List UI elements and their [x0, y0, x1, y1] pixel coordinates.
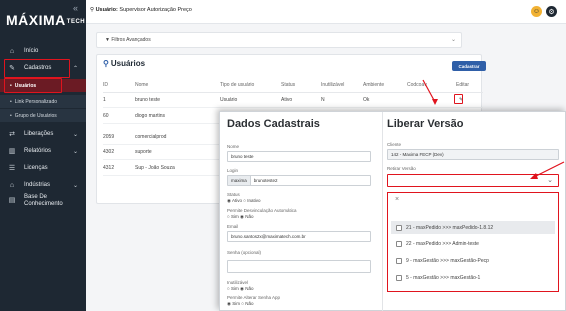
retirar-versao-label: Retirar Versão [387, 166, 416, 171]
sidebar-subitem-link-personalizado[interactable]: • Link Personalizado [0, 95, 86, 108]
permite-desvinculacao-label: Permite Desvinculação Automática [227, 208, 297, 213]
liberations-icon: ⇄ [9, 131, 15, 138]
cadastrar-button[interactable]: Cadastrar [452, 61, 486, 71]
annotation-arrow-select [530, 161, 565, 179]
inutilizavel-radio-group[interactable]: ○ Sim ◉ Não [227, 286, 253, 292]
sidebar-item-licencas[interactable]: ☰ Licenças [0, 161, 86, 175]
bullet-icon: • [10, 112, 12, 119]
logo: MÁXIMATECH [6, 12, 86, 28]
login-label: Login [227, 168, 239, 173]
edit-user-overlay: Dados Cadastrais Nome bruno teste Login … [219, 111, 566, 311]
sidebar-subitem-grupo-usuarios[interactable]: • Grupo de Usuários [0, 109, 86, 122]
home-icon: ⌂ [9, 47, 15, 55]
dados-title: Dados Cadastrais [227, 118, 320, 130]
cliente-label: Cliente [387, 142, 402, 147]
sidebar-item-inicio[interactable]: ⌂ Início [0, 44, 86, 58]
cliente-field[interactable]: 142 - Maxima FECP (Dev) [387, 149, 559, 160]
col-ambiente: Ambiente [363, 82, 385, 88]
status-radio-group[interactable]: ◉ Ativo ○ Inativo [227, 198, 260, 204]
close-icon[interactable]: × [395, 196, 399, 203]
radio-unchecked-icon[interactable]: ○ [243, 198, 246, 203]
checkbox-icon[interactable] [396, 274, 402, 281]
sidebar-item-base-conhecimento[interactable]: ▤ Base De Conhecimento [0, 194, 86, 216]
chevron-down-icon: ⌄ [72, 148, 78, 155]
desvinculacao-radio-group[interactable]: ○ Sim ◉ Não [227, 214, 253, 220]
radio-unchecked-icon[interactable]: ○ [227, 286, 230, 291]
sidebar-item-industrias[interactable]: ⌂ Indústrias ⌄ [0, 178, 86, 192]
advanced-filters[interactable]: ▼ Filtros Avançados ⌄ [96, 32, 462, 48]
bullet-icon: • [10, 98, 12, 105]
col-tipo: Tipo de usuário [220, 82, 255, 88]
top-bar: ⚲ Usuário: Supervisor Autorização Preço … [86, 0, 566, 24]
radio-checked-icon[interactable]: ◉ [227, 301, 231, 306]
email-label: Email [227, 224, 239, 229]
radio-checked-icon[interactable]: ◉ [240, 286, 244, 291]
filter-icon: ▼ [105, 37, 110, 43]
chevron-down-icon: ⌄ [72, 131, 78, 138]
dropdown-option[interactable]: 21 - maxPedido >>> maxPedido-1.8.12 [391, 221, 555, 234]
dropdown-option[interactable]: 9 - maxGestão >>> maxGestão-Pecp [391, 254, 555, 267]
annotation-arrow-edit [422, 79, 438, 105]
sidebar: MÁXIMATECH « ⌂ Início ✎ Cadastros ⌃ • Usu… [0, 0, 86, 311]
login-value: brunoteste2 [253, 178, 278, 183]
checkbox-icon[interactable] [396, 240, 402, 247]
chart-icon: ▥ [8, 148, 16, 155]
support-icon[interactable]: ☺ [531, 6, 542, 17]
sidebar-item-liberacoes[interactable]: ⇄ Liberações ⌄ [0, 127, 86, 141]
senha-field[interactable] [227, 260, 371, 273]
alterar-senha-radio-group[interactable]: ◉ Sim ○ Não [227, 301, 253, 307]
radio-checked-icon[interactable]: ◉ [227, 198, 231, 203]
sidebar-item-relatorios[interactable]: ▥ Relatórios ⌄ [0, 144, 86, 158]
user-icon: ⚲ [103, 59, 109, 68]
sidebar-item-label: Relatórios [24, 148, 52, 154]
chevron-down-icon: ⌄ [72, 182, 78, 189]
dropdown-option[interactable]: 5 - maxGestão >>> maxGestão-1 [391, 271, 555, 284]
inutilizavel-label: Inutilizável [227, 280, 249, 285]
app-root: MÁXIMATECH « ⌂ Início ✎ Cadastros ⌃ • Usu… [0, 0, 566, 311]
login-prefix: maxima [228, 176, 251, 185]
highlight-box-cadastros [4, 59, 70, 78]
dropdown-option[interactable]: 22 - maxPedido >>> Admin-teste [391, 237, 555, 250]
nome-label: Nome [227, 144, 240, 149]
login-field[interactable]: maxima brunoteste2 [227, 175, 371, 186]
status-label: Status [227, 192, 240, 197]
sidebar-item-label: Início [24, 48, 39, 54]
radio-checked-icon[interactable]: ◉ [240, 214, 244, 219]
users-title: ⚲ Usuários [103, 59, 146, 68]
col-status: Status [281, 82, 296, 88]
nome-field[interactable]: bruno teste [227, 151, 371, 162]
col-nome: Nome [135, 82, 149, 88]
highlight-box-usuarios [4, 78, 62, 93]
col-id: ID [103, 82, 108, 88]
checkbox-icon[interactable] [396, 257, 402, 264]
liberar-versao-panel: Liberar Versão Cliente 142 - Maxima FECP… [382, 112, 566, 311]
license-icon: ☰ [8, 165, 16, 172]
factory-icon: ⌂ [9, 181, 15, 189]
sidebar-item-label: Liberações [24, 131, 54, 137]
collapse-sidebar-icon[interactable]: « [73, 3, 78, 13]
filter-label: Filtros Avançados [111, 37, 151, 43]
col-editar: Editar [456, 82, 470, 88]
current-user: ⚲ Usuário: Supervisor Autorização Preço [90, 7, 192, 13]
chevron-down-icon: ⌄ [450, 37, 456, 43]
dados-cadastrais-panel: Dados Cadastrais Nome bruno teste Login … [227, 112, 379, 311]
sidebar-item-label: Licenças [24, 165, 48, 171]
retirar-versao-dropdown: × 21 - maxPedido >>> maxPedido-1.8.12 22… [387, 192, 559, 292]
chevron-up-icon: ⌃ [72, 65, 78, 72]
senha-label: Senha (opcional) [227, 250, 262, 255]
sidebar-item-label: Indústrias [24, 182, 51, 188]
sidebar-item-label: Base De Conhecimento [24, 194, 63, 207]
highlight-box-edit [454, 94, 463, 104]
col-inutilizavel: Inutilizável [321, 82, 345, 88]
settings-icon[interactable]: ⚙ [546, 6, 557, 17]
radio-unchecked-icon[interactable]: ○ [227, 214, 230, 219]
liberar-title: Liberar Versão [387, 118, 464, 130]
checkbox-icon[interactable] [396, 224, 402, 231]
user-icon: ⚲ [90, 7, 95, 13]
email-field[interactable]: bruno.santos2x@maximatech.com.br [227, 231, 371, 242]
permite-alterar-senha-label: Permite Alterar Senha App [227, 295, 281, 300]
radio-unchecked-icon[interactable]: ○ [241, 301, 244, 306]
book-icon: ▤ [8, 197, 16, 204]
